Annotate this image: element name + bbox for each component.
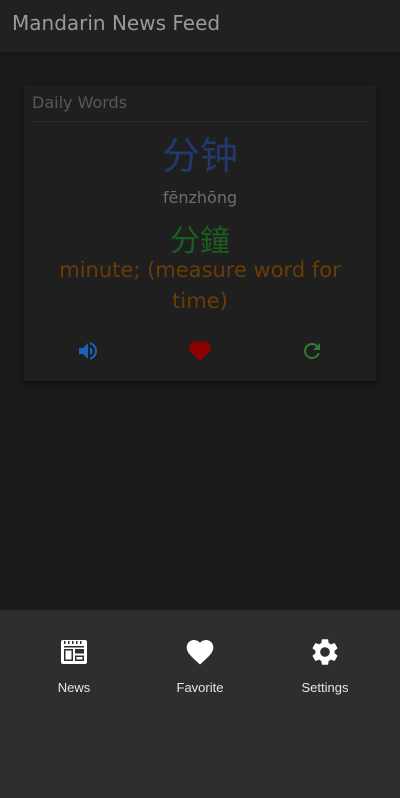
play-audio-button[interactable] xyxy=(74,337,102,365)
nav-settings-label: Settings xyxy=(301,680,349,695)
favorite-button[interactable] xyxy=(186,337,214,365)
divider xyxy=(32,121,368,122)
pinyin: fēnzhōng xyxy=(162,188,238,207)
simplified-word: 分钟 xyxy=(161,134,238,178)
refresh-button[interactable] xyxy=(298,337,326,365)
app-title: Mandarin News Feed xyxy=(12,11,221,35)
nav-favorite[interactable]: Favorite xyxy=(134,610,266,710)
heart-icon xyxy=(189,341,211,362)
refresh-icon xyxy=(304,343,320,359)
heart-icon xyxy=(186,640,214,665)
nav-favorite-label: Favorite xyxy=(176,680,224,695)
news-icon xyxy=(61,640,87,664)
definition: minute; (measure word for time) xyxy=(59,258,341,313)
nav-settings[interactable]: Settings xyxy=(259,610,391,710)
app-bar: Mandarin News Feed xyxy=(0,0,400,52)
card-actions xyxy=(24,337,376,365)
nav-news-label: News xyxy=(57,680,91,695)
nav-news[interactable]: News xyxy=(8,610,140,710)
bottom-navigation: News Favorite Settings xyxy=(0,610,400,798)
speaker-icon xyxy=(79,342,97,360)
daily-words-card: Daily Words 分钟 fēnzhōng 分鐘 minute; (meas… xyxy=(24,85,376,381)
card-title: Daily Words xyxy=(32,93,128,112)
gear-icon xyxy=(312,639,338,665)
